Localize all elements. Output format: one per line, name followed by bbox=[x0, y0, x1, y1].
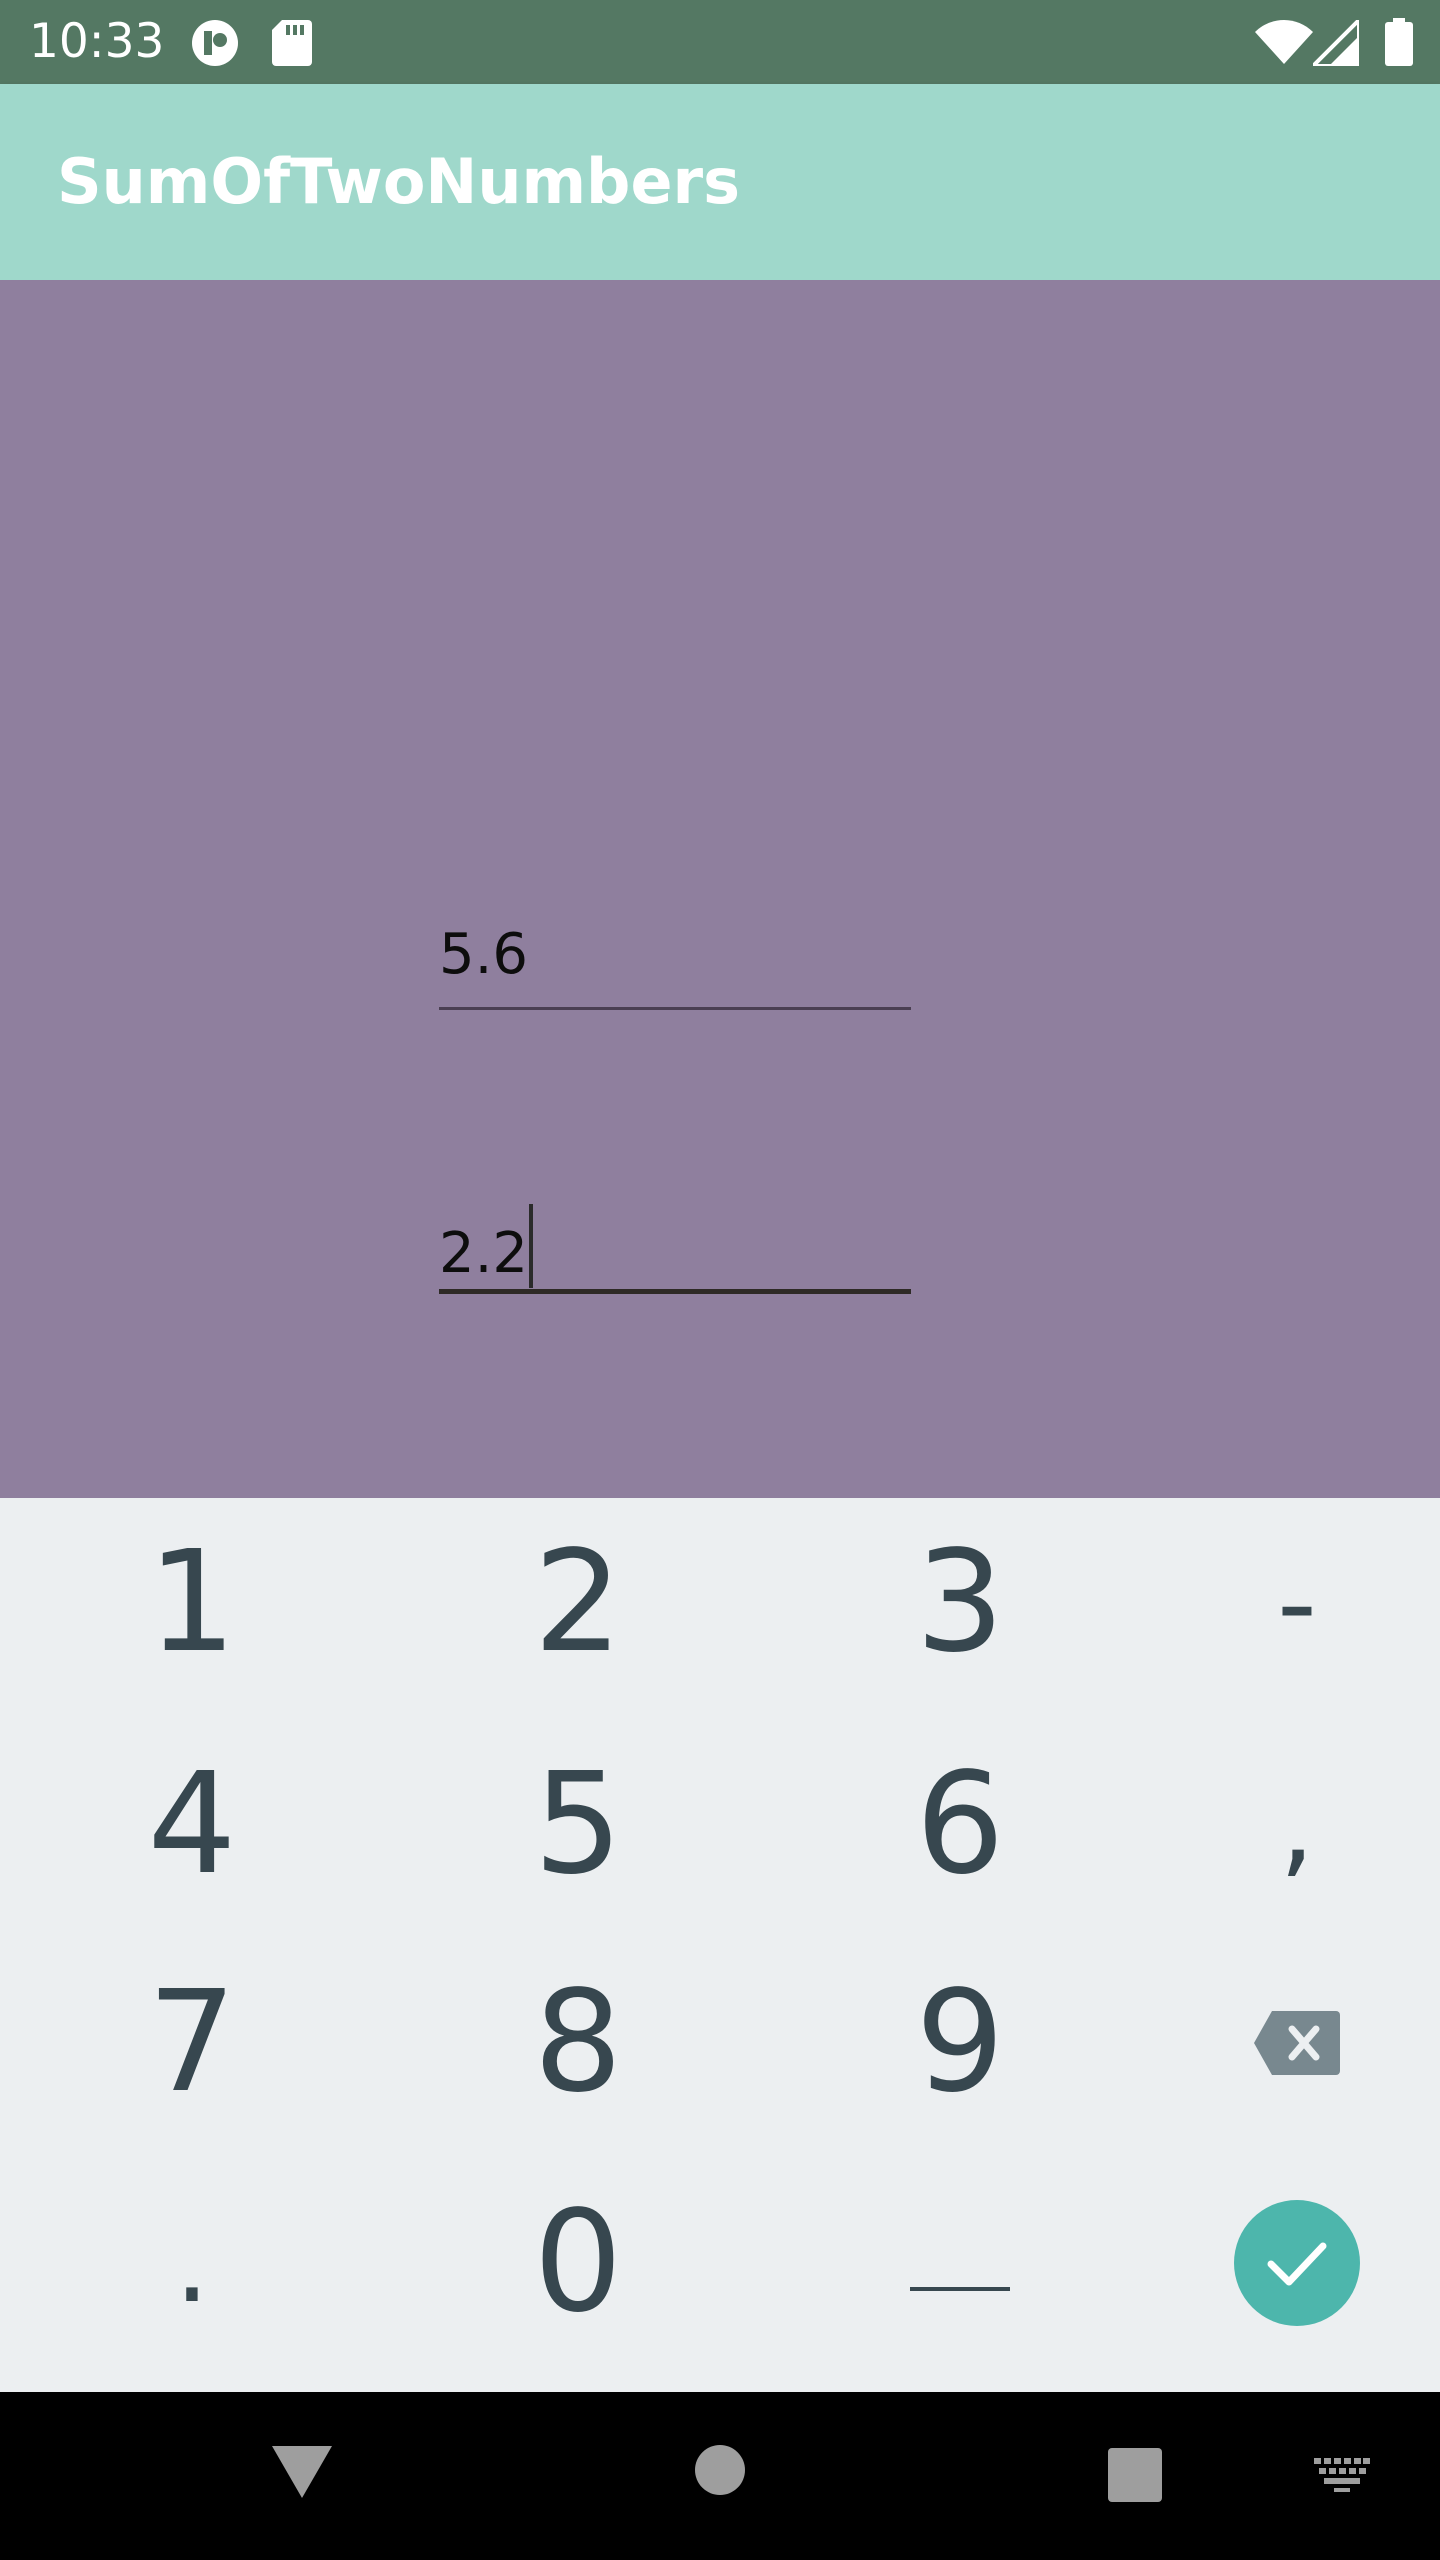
key-7[interactable]: 7 bbox=[22, 1938, 362, 2148]
notification-app-icon bbox=[192, 20, 238, 66]
recents-icon[interactable] bbox=[1108, 2448, 1162, 2502]
key-backspace[interactable] bbox=[1127, 1938, 1440, 2148]
key-minus[interactable]: - bbox=[1127, 1498, 1440, 1708]
battery-icon bbox=[1385, 18, 1413, 66]
numeric-keyboard: 1 2 3 - 4 5 6 , 7 8 9 . 0 bbox=[0, 1498, 1440, 2392]
second-number-field[interactable]: 2.2 bbox=[439, 1202, 911, 1294]
second-number-underline bbox=[439, 1289, 911, 1294]
key-4[interactable]: 4 bbox=[22, 1720, 362, 1930]
key-5[interactable]: 5 bbox=[408, 1720, 748, 1930]
app-bar: SumOfTwoNumbers bbox=[0, 84, 1440, 280]
content-area: 5.6 2.2 bbox=[0, 280, 1440, 1498]
first-number-underline bbox=[439, 1007, 911, 1010]
wifi-icon bbox=[1255, 20, 1313, 64]
enter-button bbox=[1234, 2200, 1360, 2326]
key-0[interactable]: 0 bbox=[408, 2158, 748, 2368]
second-number-value: 2.2 bbox=[439, 1221, 529, 1286]
key-3[interactable]: 3 bbox=[790, 1498, 1130, 1708]
first-number-value: 5.6 bbox=[439, 922, 529, 987]
key-9[interactable]: 9 bbox=[790, 1938, 1130, 2148]
key-enter[interactable] bbox=[1127, 2158, 1440, 2368]
backspace-icon bbox=[1254, 2011, 1340, 2075]
status-bar: 10:33 bbox=[0, 0, 1440, 84]
cell-signal-icon bbox=[1313, 20, 1359, 66]
status-time: 10:33 bbox=[29, 14, 165, 69]
first-number-field[interactable]: 5.6 bbox=[439, 920, 911, 1004]
screen: 10:33 SumOfTwoNumbers 5.6 2.2 1 2 3 - 4 … bbox=[0, 0, 1440, 2560]
key-8[interactable]: 8 bbox=[408, 1938, 748, 2148]
key-1[interactable]: 1 bbox=[22, 1498, 362, 1708]
key-comma[interactable]: , bbox=[1127, 1720, 1440, 1930]
key-2[interactable]: 2 bbox=[408, 1498, 748, 1708]
key-6[interactable]: 6 bbox=[790, 1720, 1130, 1930]
key-period[interactable]: . bbox=[22, 2158, 362, 2368]
app-title: SumOfTwoNumbers bbox=[57, 145, 740, 218]
home-icon[interactable] bbox=[694, 2444, 746, 2496]
sd-card-icon bbox=[272, 20, 312, 66]
key-space[interactable] bbox=[790, 2158, 1130, 2368]
navigation-bar bbox=[0, 2392, 1440, 2560]
enter-check-icon bbox=[1267, 2242, 1327, 2286]
back-icon[interactable] bbox=[272, 2446, 332, 2498]
keyboard-switch-icon[interactable] bbox=[1314, 2458, 1370, 2492]
text-caret bbox=[529, 1204, 534, 1288]
space-icon bbox=[910, 2287, 1010, 2291]
